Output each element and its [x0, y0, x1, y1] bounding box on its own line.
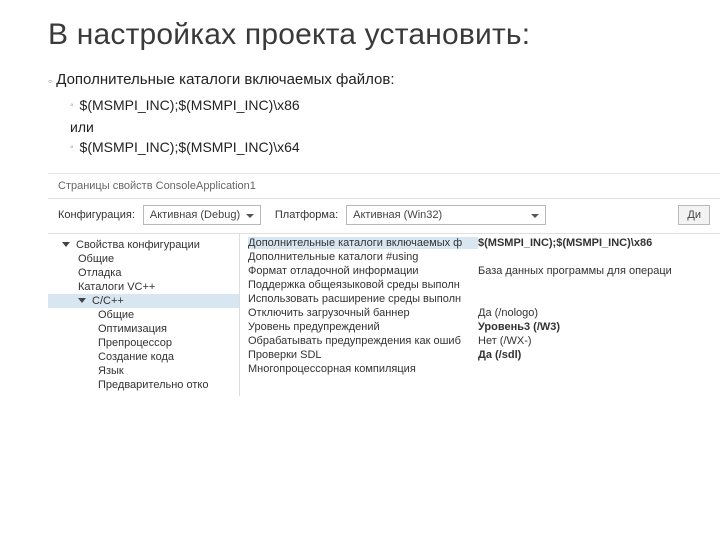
config-manager-button[interactable]: Ди	[678, 205, 710, 225]
platform-label: Платформа:	[275, 209, 338, 221]
bullet-include-dirs: Дополнительные каталоги включаемых файло…	[56, 71, 394, 91]
tree-item-cpp-preprocessor[interactable]: Препроцессор	[48, 336, 239, 350]
bullet-or: или	[70, 119, 720, 135]
property-row[interactable]: Уровень предупрежденийУровень3 (/W3)	[240, 320, 720, 334]
property-row[interactable]: Отключить загрузочный баннерДа (/nologo)	[240, 306, 720, 320]
property-key: Обрабатывать предупреждения как ошиб	[248, 335, 478, 347]
chevron-down-icon	[78, 298, 86, 303]
slide-title: В настройках проекта установить:	[48, 18, 720, 53]
property-row[interactable]: Проверки SDLДа (/sdl)	[240, 348, 720, 362]
property-pages-dialog: Страницы свойств ConsoleApplication1 Кон…	[48, 173, 720, 396]
property-grid[interactable]: Дополнительные каталоги включаемых ф$(MS…	[240, 234, 720, 396]
tree-root[interactable]: Свойства конфигурации	[48, 238, 239, 252]
configuration-value: Активная (Debug)	[150, 209, 240, 221]
property-row[interactable]: Дополнительные каталоги #using	[240, 250, 720, 264]
property-row[interactable]: Обрабатывать предупреждения как ошибНет …	[240, 334, 720, 348]
property-row[interactable]: Дополнительные каталоги включаемых ф$(MS…	[240, 236, 720, 250]
chevron-down-icon	[62, 242, 70, 247]
bullet-marker: ◦	[70, 97, 74, 115]
property-key: Многопроцессорная компиляция	[248, 363, 478, 375]
tree-item-cpp-codegen[interactable]: Создание кода	[48, 350, 239, 364]
property-value[interactable]: Нет (/WX-)	[478, 335, 532, 347]
tree-item-cpp-general[interactable]: Общие	[48, 308, 239, 322]
bullet-x64-path: $(MSMPI_INC);$(MSMPI_INC)\x64	[80, 139, 300, 157]
property-value[interactable]: База данных программы для операци	[478, 265, 672, 277]
tree-cpp-label: C/C++	[92, 295, 124, 307]
config-bar: Конфигурация: Активная (Debug) Платформа…	[48, 198, 720, 234]
configuration-select[interactable]: Активная (Debug)	[143, 205, 261, 225]
tree-item-vcdirs[interactable]: Каталоги VC++	[48, 280, 239, 294]
tree-item-cpp-language[interactable]: Язык	[48, 364, 239, 378]
bullet-x86-path: $(MSMPI_INC);$(MSMPI_INC)\x86	[80, 97, 300, 115]
config-manager-label: Ди	[687, 209, 701, 221]
property-key: Поддержка общеязыковой среды выполн	[248, 279, 478, 291]
tree-item-cpp-optimization[interactable]: Оптимизация	[48, 322, 239, 336]
property-value[interactable]: Уровень3 (/W3)	[478, 321, 560, 333]
property-row[interactable]: Поддержка общеязыковой среды выполн	[240, 278, 720, 292]
property-row[interactable]: Использовать расширение среды выполн	[240, 292, 720, 306]
property-row[interactable]: Многопроцессорная компиляция	[240, 362, 720, 376]
bullet-marker: ◦	[48, 71, 52, 91]
property-key: Формат отладочной информации	[248, 265, 478, 277]
property-key: Использовать расширение среды выполн	[248, 293, 478, 305]
tree-root-label: Свойства конфигурации	[76, 239, 200, 251]
property-row[interactable]: Формат отладочной информацииБаза данных …	[240, 264, 720, 278]
property-key: Дополнительные каталоги включаемых ф	[248, 237, 478, 249]
tree-item-general[interactable]: Общие	[48, 252, 239, 266]
property-key: Дополнительные каталоги #using	[248, 251, 478, 263]
tree-item-cpp[interactable]: C/C++	[48, 294, 239, 308]
dialog-title: Страницы свойств ConsoleApplication1	[48, 174, 720, 198]
configuration-label: Конфигурация:	[58, 209, 135, 221]
property-value[interactable]: Да (/nologo)	[478, 307, 538, 319]
platform-select[interactable]: Активная (Win32)	[346, 205, 546, 225]
bullet-marker: ◦	[70, 139, 74, 157]
tree-item-cpp-precompiled[interactable]: Предварительно отко	[48, 378, 239, 392]
tree-view[interactable]: Свойства конфигурации Общие Отладка Ката…	[48, 234, 240, 396]
property-key: Уровень предупреждений	[248, 321, 478, 333]
tree-item-debug[interactable]: Отладка	[48, 266, 239, 280]
property-key: Отключить загрузочный баннер	[248, 307, 478, 319]
platform-value: Активная (Win32)	[353, 209, 442, 221]
property-value[interactable]: Да (/sdl)	[478, 349, 521, 361]
property-key: Проверки SDL	[248, 349, 478, 361]
property-value[interactable]: $(MSMPI_INC);$(MSMPI_INC)\x86	[478, 237, 652, 249]
